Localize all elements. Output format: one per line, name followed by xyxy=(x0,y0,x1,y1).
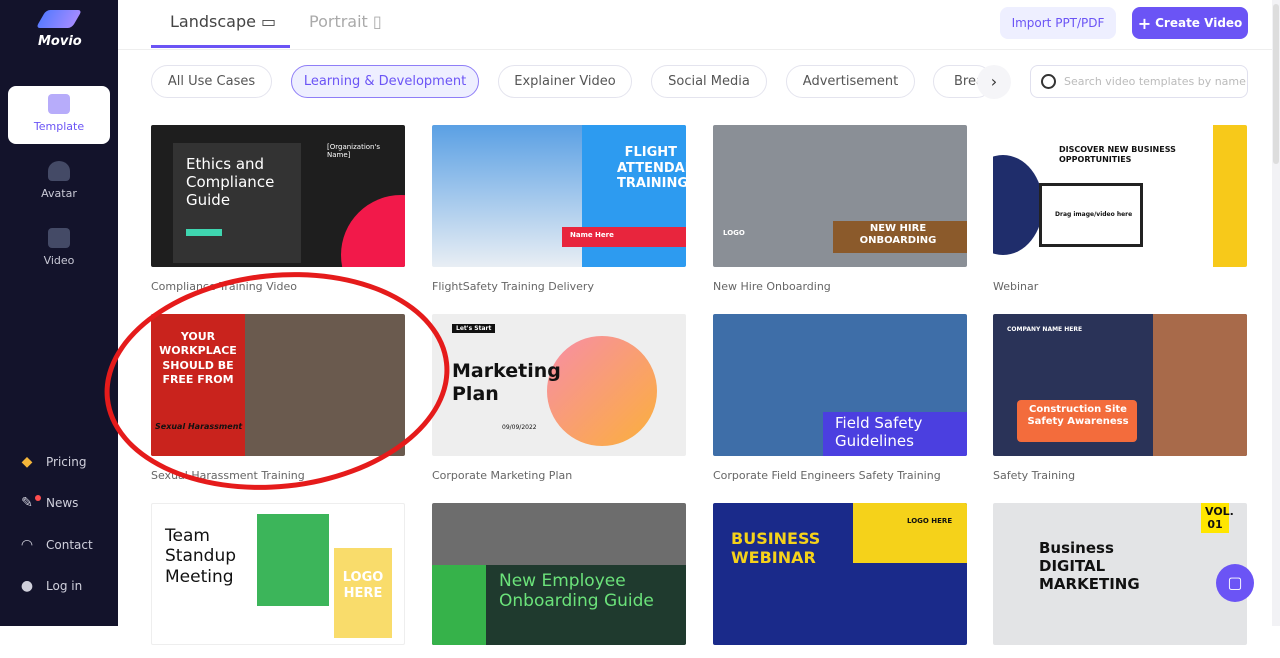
movio-logo[interactable]: Movio xyxy=(35,10,83,52)
tab-portrait[interactable]: Portrait ▯ xyxy=(309,12,382,31)
template-card[interactable]: NEW HIRE ONBOARDING LOGO New Hire Onboar… xyxy=(713,125,967,293)
template-card[interactable]: New Employee Onboarding Guide xyxy=(432,503,686,658)
template-thumbnail: COMPANY NAME HERE Construction Site Safe… xyxy=(993,314,1247,456)
diamond-icon: ◆ xyxy=(21,454,33,470)
template-icon xyxy=(48,94,70,114)
template-card[interactable]: FLIGHT ATTENDANT TRAINING Name Here Flig… xyxy=(432,125,686,293)
category-explainer[interactable]: Explainer Video xyxy=(498,65,632,98)
search-input[interactable]: Search video templates by name xyxy=(1030,65,1248,98)
template-thumbnail: Let's Start Marketing Plan 09/09/2022 xyxy=(432,314,686,456)
avatar-icon xyxy=(48,161,70,181)
sidebar-login[interactable]: ● Log in xyxy=(18,578,82,594)
headset-icon: ◠ xyxy=(20,537,34,553)
scrollbar[interactable] xyxy=(1272,0,1280,626)
template-thumbnail: Field Safety Guidelines xyxy=(713,314,967,456)
template-card[interactable]: Let's Start Marketing Plan 09/09/2022 Co… xyxy=(432,314,686,482)
template-thumbnail: Business DIGITAL MARKETING VOL. 01 xyxy=(993,503,1247,645)
template-card[interactable]: Team Standup Meeting LOGO HERE xyxy=(151,503,405,658)
sidebar-pricing[interactable]: ◆ Pricing xyxy=(18,454,87,470)
sidebar-news[interactable]: ✎ News xyxy=(18,495,78,511)
template-thumbnail: FLIGHT ATTENDANT TRAINING Name Here xyxy=(432,125,686,267)
sidebar-item-video[interactable]: Video xyxy=(8,220,110,278)
news-icon: ✎ xyxy=(18,495,41,511)
active-tab-underline xyxy=(151,45,290,48)
search-icon xyxy=(1041,74,1056,89)
template-thumbnail: Team Standup Meeting LOGO HERE xyxy=(151,503,405,645)
chevron-right-icon[interactable]: › xyxy=(977,65,1011,99)
video-icon xyxy=(48,228,70,248)
category-learning[interactable]: Learning & Development xyxy=(291,65,479,98)
category-all[interactable]: All Use Cases xyxy=(151,65,272,98)
template-thumbnail: NEW HIRE ONBOARDING LOGO xyxy=(713,125,967,267)
sidebar: Movio Template Avatar Video ◆ Pricing ✎ Ne… xyxy=(0,0,118,626)
template-thumbnail: DISCOVER NEW BUSINESS OPPORTUNITIES Drag… xyxy=(993,125,1247,267)
sidebar-contact[interactable]: ◠ Contact xyxy=(18,537,93,553)
template-thumbnail: Ethics and Compliance Guide [Organizatio… xyxy=(151,125,405,267)
template-thumbnail: BUSINESS WEBINAR LOGO HERE xyxy=(713,503,967,645)
red-annotation-circle xyxy=(93,255,461,507)
header: Landscape ▭ Portrait ▯ Import PPT/PDF + C… xyxy=(118,0,1280,50)
phone-icon: ▯ xyxy=(372,12,382,31)
template-card[interactable]: Ethics and Compliance Guide [Organizatio… xyxy=(151,125,405,293)
category-social[interactable]: Social Media xyxy=(651,65,767,98)
monitor-icon: ▭ xyxy=(261,12,277,31)
sidebar-item-avatar[interactable]: Avatar xyxy=(8,153,110,211)
chat-support-icon[interactable]: ▢ xyxy=(1216,564,1254,602)
template-card[interactable]: Field Safety Guidelines Corporate Field … xyxy=(713,314,967,482)
template-card[interactable]: BUSINESS WEBINAR LOGO HERE xyxy=(713,503,967,658)
tab-landscape[interactable]: Landscape ▭ xyxy=(170,12,276,31)
plus-icon: + xyxy=(1137,13,1152,33)
category-advertisement[interactable]: Advertisement xyxy=(786,65,915,98)
create-video-button[interactable]: + Create Video xyxy=(1132,7,1248,39)
import-ppt-button[interactable]: Import PPT/PDF xyxy=(1000,7,1116,39)
template-card[interactable]: COMPANY NAME HERE Construction Site Safe… xyxy=(993,314,1247,482)
user-icon: ● xyxy=(20,578,34,594)
template-card[interactable]: Business DIGITAL MARKETING VOL. 01 xyxy=(993,503,1247,658)
template-thumbnail: New Employee Onboarding Guide xyxy=(432,503,686,645)
sidebar-item-template[interactable]: Template xyxy=(8,86,110,144)
template-card[interactable]: DISCOVER NEW BUSINESS OPPORTUNITIES Drag… xyxy=(993,125,1247,293)
